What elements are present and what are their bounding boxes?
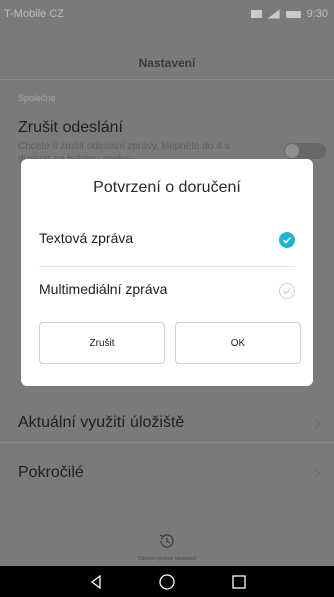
clock: 9:30 bbox=[306, 8, 328, 20]
cancel-sending-toggle[interactable] bbox=[284, 143, 326, 159]
navigation-bar bbox=[0, 566, 334, 597]
toggle-knob bbox=[285, 144, 299, 158]
dialog-title: Potvrzení o doručení bbox=[93, 179, 241, 196]
chevron-right-icon bbox=[310, 418, 321, 429]
option-label: Textová zpráva bbox=[39, 230, 134, 246]
delivery-report-dialog: Potvrzení o doručení Textová zpráva Mult… bbox=[21, 159, 313, 386]
back-button[interactable] bbox=[76, 572, 116, 592]
storage-usage-title: Aktuální využití úložiště bbox=[18, 414, 185, 431]
carrier-name: T-Mobile CZ bbox=[4, 8, 64, 20]
option-label: Multimediální zpráva bbox=[39, 281, 168, 297]
recents-button[interactable] bbox=[219, 572, 259, 592]
home-button[interactable] bbox=[147, 572, 187, 592]
notification-icon bbox=[250, 10, 262, 18]
signal-icon bbox=[267, 9, 280, 19]
restore-defaults-label[interactable]: Obnovit výchozí nastavení bbox=[0, 556, 334, 562]
back-icon bbox=[90, 575, 101, 589]
battery-icon bbox=[285, 10, 301, 18]
section-label: Společné bbox=[18, 93, 56, 103]
status-bar: T-Mobile CZ 9:30 bbox=[0, 0, 334, 38]
option-multimedia-message[interactable]: Multimediální zpráva bbox=[21, 267, 313, 317]
page-title: Nastavení bbox=[138, 56, 196, 70]
status-icons: 9:30 bbox=[250, 8, 328, 20]
checkmark-icon[interactable] bbox=[279, 232, 295, 248]
advanced-title: Pokročilé bbox=[18, 464, 84, 481]
restore-icon[interactable] bbox=[157, 531, 177, 551]
row-divider bbox=[0, 442, 334, 443]
ok-button[interactable]: OK bbox=[175, 322, 301, 364]
header-divider bbox=[0, 79, 334, 80]
checkmark-icon[interactable] bbox=[279, 283, 295, 299]
chevron-right-icon bbox=[310, 468, 321, 479]
recents-icon bbox=[232, 575, 246, 589]
option-text-message[interactable]: Textová zpráva bbox=[21, 216, 313, 266]
home-icon bbox=[159, 574, 175, 590]
cancel-button[interactable]: Zrušit bbox=[39, 322, 165, 364]
cancel-sending-title: Zrušit odeslání bbox=[18, 119, 123, 136]
